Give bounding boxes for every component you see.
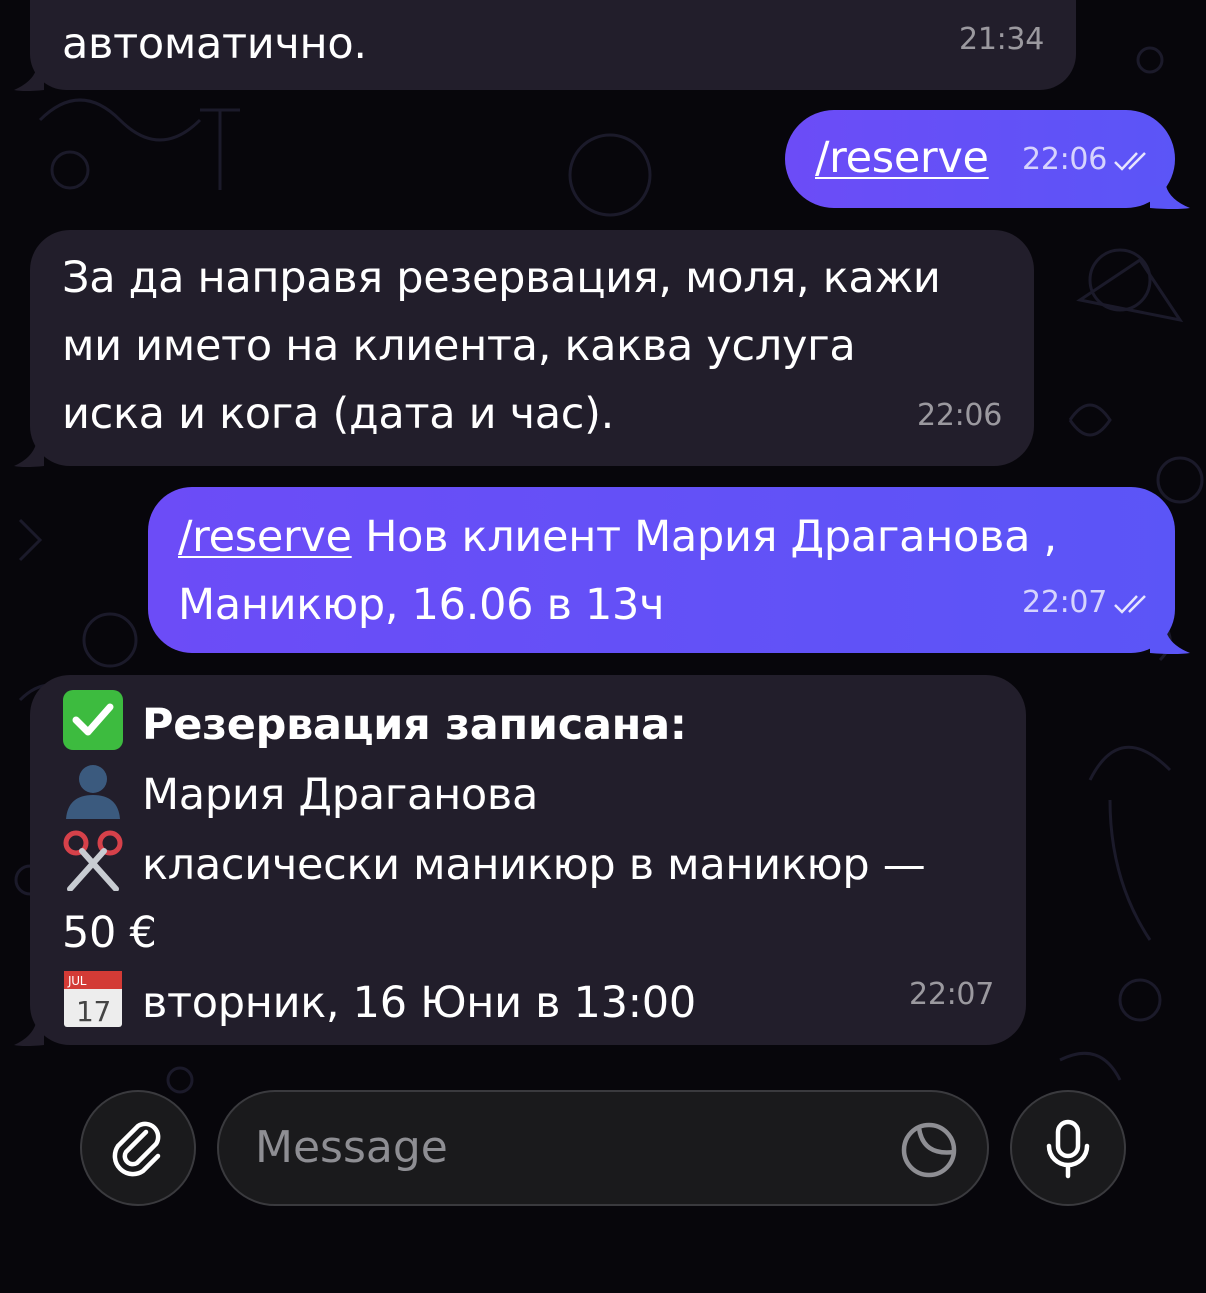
calendar-month: JUL [67, 974, 87, 988]
service-text: класически маникюр в маникюр — [142, 840, 926, 890]
voice-record-button[interactable] [1010, 1090, 1126, 1206]
service-line: класически маникюр в маникюр — [62, 829, 1026, 899]
message-time: 22:07 [909, 977, 994, 1012]
check-mark-button-icon [63, 690, 123, 750]
datetime-line: JUL 17 вторник, 16 Юни в 13:00 [62, 967, 1026, 1037]
message-time: 22:06 [1022, 142, 1107, 177]
heading-text: Резервация записана: [142, 700, 687, 750]
message-text: автоматично. [62, 19, 367, 69]
bot-command-link[interactable]: /reserve [815, 133, 989, 183]
message-line: /reserve Нов клиент Мария Драганова , [178, 503, 1175, 571]
calendar-day: 17 [76, 995, 111, 1028]
message-time: 22:06 [917, 398, 1002, 433]
double-check-icon [1114, 594, 1146, 614]
incoming-message[interactable]: автоматично. 21:34 [30, 0, 1076, 90]
outgoing-message[interactable]: /reserve Нов клиент Мария Драганова , Ма… [148, 487, 1175, 653]
message-time: 21:34 [959, 22, 1044, 57]
bot-command-link[interactable]: /reserve [178, 512, 352, 562]
message-time: 22:07 [1022, 585, 1107, 620]
datetime-text: вторник, 16 Юни в 13:00 [142, 978, 696, 1028]
microphone-icon [1046, 1119, 1090, 1179]
message-line: За да направя резервация, моля, кажи [62, 253, 941, 303]
bubble-tail [14, 1023, 44, 1046]
incoming-message[interactable]: Резервация записана: Мария Драганова кла… [30, 675, 1026, 1045]
bubble-tail [14, 70, 44, 91]
bubble-tail [1150, 631, 1190, 654]
client-name: Мария Драганова [142, 770, 539, 820]
message-input[interactable]: Message [217, 1090, 989, 1206]
attach-button[interactable] [80, 1090, 196, 1206]
calendar-icon: JUL 17 [64, 971, 122, 1028]
bubble-tail [14, 444, 44, 467]
composer-bar: Message [0, 1070, 1206, 1293]
paperclip-icon [112, 1121, 161, 1177]
double-check-icon [1114, 151, 1146, 171]
confirmation-heading: Резервация записана: [62, 689, 1026, 759]
person-silhouette-icon [66, 765, 120, 819]
sticker-icon[interactable] [899, 1120, 959, 1180]
message-time-status: 22:07 [1022, 569, 1153, 637]
price-line: 50 € [62, 908, 157, 958]
message-placeholder: Message [255, 1122, 448, 1173]
message-text: Нов клиент Мария Драганова , [351, 512, 1057, 562]
message-line: иска и кога (дата и час). [62, 389, 614, 439]
incoming-message[interactable]: За да направя резервация, моля, кажи ми … [30, 230, 1034, 466]
bubble-tail [1150, 186, 1190, 209]
message-time-status: 22:06 [1022, 126, 1153, 194]
scissors-icon [63, 830, 123, 891]
message-line: ми името на клиента, каква услуга [62, 321, 856, 371]
outgoing-message[interactable]: /reserve 22:06 [785, 110, 1175, 208]
client-name-line: Мария Драганова [62, 759, 1026, 829]
